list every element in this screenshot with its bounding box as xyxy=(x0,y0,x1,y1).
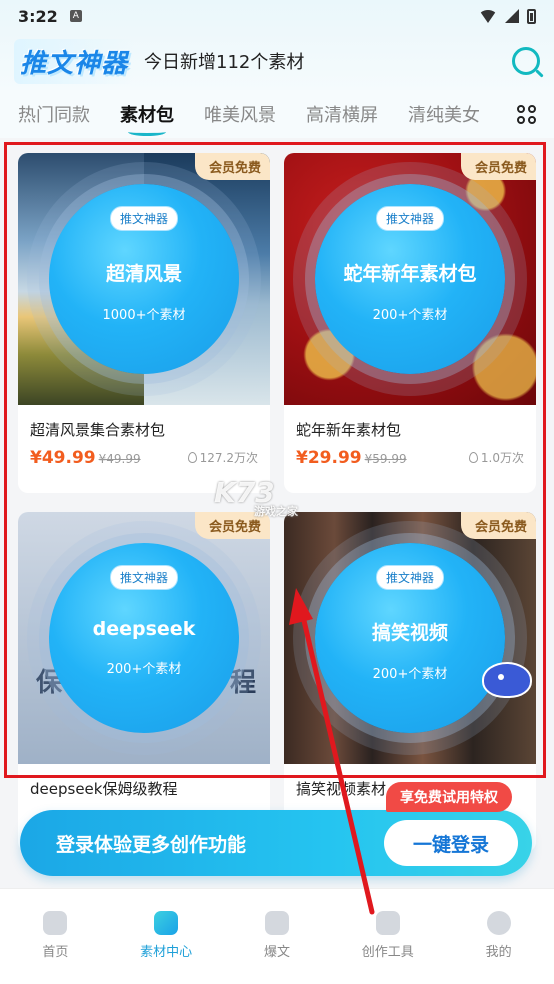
card-views: 127.2万次 xyxy=(187,449,258,466)
card-info: 蛇年新年素材包 ¥29.99 ¥59.99 1.0万次 xyxy=(284,405,536,493)
card-circle-count: 200+个素材 xyxy=(106,662,182,677)
card-circle-count: 200+个素材 xyxy=(372,667,448,682)
flame-icon xyxy=(187,452,197,463)
card-views: 1.0万次 xyxy=(468,449,524,466)
nav-label: 素材中心 xyxy=(140,945,193,960)
flame-icon xyxy=(468,452,478,463)
material-card[interactable]: 会员免费 保 程 推文神器 deepseek 200+个素材 deepseek保… xyxy=(18,512,270,852)
wifi-icon xyxy=(479,9,497,23)
nav-label: 创作工具 xyxy=(361,945,414,960)
app-logo: 推文神器 xyxy=(14,38,135,84)
tab-hot[interactable]: 热门同款 xyxy=(18,101,90,127)
free-trial-badge[interactable]: 享免费试用特权 xyxy=(386,782,512,812)
material-center-icon xyxy=(154,911,179,935)
nav-label: 我的 xyxy=(485,945,512,960)
nav-label: 首页 xyxy=(42,945,69,960)
card-circle-count: 1000+个素材 xyxy=(102,308,186,323)
nav-material-center[interactable]: 素材中心 xyxy=(121,911,211,984)
status-bar: 3:22 A xyxy=(0,0,554,32)
header-subtitle: 今日新增112个素材 xyxy=(144,52,305,73)
tab-hd-landscape[interactable]: 高清横屏 xyxy=(306,101,378,127)
card-name: 超清风景集合素材包 xyxy=(30,421,166,439)
nav-creation-tools[interactable]: 创作工具 xyxy=(343,911,433,984)
tab-fade xyxy=(494,90,554,138)
toolbox-icon xyxy=(375,911,400,935)
vip-free-badge: 会员免费 xyxy=(194,153,270,180)
card-tag: 推文神器 xyxy=(375,206,444,231)
nav-me[interactable]: 我的 xyxy=(454,911,544,984)
card-circle: 推文神器 蛇年新年素材包 200+个素材 xyxy=(315,184,505,374)
one-click-login-button[interactable]: 一键登录 xyxy=(384,820,518,866)
card-tag: 推文神器 xyxy=(109,206,178,231)
card-circle-title: deepseek xyxy=(92,618,196,640)
material-card[interactable]: 会员免费 推文神器 超清风景 1000+个素材 超清风景集合素材包 ¥49.99… xyxy=(18,153,270,493)
tab-beauty[interactable]: 清纯美女 xyxy=(408,101,480,127)
card-original-price: ¥49.99 xyxy=(98,452,141,466)
card-circle: 推文神器 搞笑视频 200+个素材 xyxy=(315,543,505,733)
card-circle: 推文神器 deepseek 200+个素材 xyxy=(49,543,239,733)
profile-icon xyxy=(486,911,511,935)
tab-scenery[interactable]: 唯美风景 xyxy=(204,101,276,127)
signal-icon xyxy=(505,9,519,23)
card-circle: 推文神器 超清风景 1000+个素材 xyxy=(49,184,239,374)
notification-icon: A xyxy=(69,10,82,22)
vip-free-badge: 会员免费 xyxy=(460,153,536,180)
tab-material-pack[interactable]: 素材包 xyxy=(120,101,174,136)
search-icon[interactable] xyxy=(512,47,540,75)
watermark-sub: 游戏之家 xyxy=(254,505,298,518)
card-thumbnail: 会员免费 保 程 推文神器 deepseek 200+个素材 xyxy=(18,512,270,764)
card-circle-count: 200+个素材 xyxy=(372,308,448,323)
app-header: 推文神器 今日新增112个素材 xyxy=(0,32,554,90)
card-views-text: 1.0万次 xyxy=(480,451,524,465)
watermark: K73 游戏之家 xyxy=(214,476,298,519)
nav-home[interactable]: 首页 xyxy=(10,911,100,984)
card-circle-title: 搞笑视频 xyxy=(371,622,448,644)
nav-label: 爆文 xyxy=(263,945,290,960)
bottom-nav: 首页 素材中心 爆文 创作工具 我的 xyxy=(0,888,554,984)
card-price: ¥29.99 xyxy=(296,448,362,468)
card-views-text: 127.2万次 xyxy=(199,451,258,465)
card-thumbnail: 会员免费 推文神器 蛇年新年素材包 200+个素材 xyxy=(284,153,536,405)
login-banner-text: 登录体验更多创作功能 xyxy=(56,833,247,856)
category-tabs: 热门同款 素材包 唯美风景 高清横屏 清纯美女 xyxy=(0,90,554,138)
tv-icon xyxy=(264,911,289,935)
status-time: 3:22 xyxy=(18,6,58,26)
home-icon xyxy=(43,911,68,935)
card-name: 蛇年新年素材包 xyxy=(296,421,402,439)
more-categories-icon[interactable] xyxy=(517,104,536,124)
card-thumbnail: 会员免费 推文神器 超清风景 1000+个素材 xyxy=(18,153,270,405)
card-original-price: ¥59.99 xyxy=(364,452,407,466)
deepseek-whale-icon[interactable] xyxy=(482,662,532,698)
card-thumbnail: 会员免费 推文神器 搞笑视频 200+个素材 xyxy=(284,512,536,764)
material-card[interactable]: 会员免费 推文神器 蛇年新年素材包 200+个素材 蛇年新年素材包 ¥29.99… xyxy=(284,153,536,493)
card-tag: 推文神器 xyxy=(375,565,444,590)
nav-hot-articles[interactable]: 爆文 xyxy=(232,911,322,984)
vip-free-badge: 会员免费 xyxy=(460,512,536,539)
card-circle-title: 超清风景 xyxy=(105,263,182,285)
login-banner[interactable]: 登录体验更多创作功能 一键登录 xyxy=(20,810,532,876)
card-price: ¥49.99 xyxy=(30,448,96,468)
card-tag: 推文神器 xyxy=(109,565,178,590)
card-circle-title: 蛇年新年素材包 xyxy=(343,263,477,285)
card-name: deepseek保姆级教程 xyxy=(30,780,178,798)
battery-icon xyxy=(527,8,536,24)
